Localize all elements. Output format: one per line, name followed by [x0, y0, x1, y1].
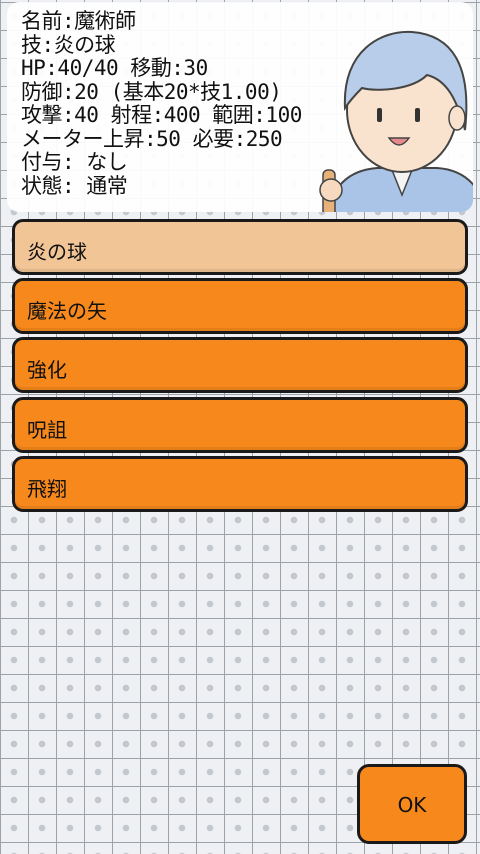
stat-skill: 技:炎の球: [21, 32, 116, 57]
stat-enchant: 付与: なし: [21, 150, 128, 174]
mage-portrait: [319, 30, 473, 212]
stat-defense: 防御:20 (基本20*技1.00): [21, 79, 282, 104]
stat-hp-move: HP:40/40 移動:30: [21, 56, 208, 80]
ok-label: OK: [397, 793, 427, 817]
skill-button-enhance[interactable]: 強化: [12, 337, 468, 394]
stats-list: 名前:魔術師 技:炎の球 HP:40/40 移動:30 防御:20 (基本20*…: [21, 9, 302, 198]
skill-button-flight[interactable]: 飛翔: [12, 455, 468, 512]
skill-label: 強化: [27, 358, 67, 383]
skill-label: 飛翔: [27, 476, 67, 501]
skill-label: 呪詛: [27, 417, 67, 442]
stat-status: 状態: 通常: [21, 173, 128, 198]
stat-meter: メーター上昇:50 必要:250: [21, 126, 283, 151]
skill-button-fireball[interactable]: 炎の球: [12, 219, 468, 275]
skill-label: 炎の球: [27, 240, 87, 264]
stat-attack: 攻撃:40 射程:400 範囲:100: [21, 103, 302, 127]
skill-button-curse[interactable]: 呪詛: [12, 396, 468, 453]
ok-button[interactable]: OK: [357, 764, 467, 844]
skill-label: 魔法の矢: [27, 299, 107, 324]
skill-list: 炎の球 魔法の矢 強化 呪詛 飛翔: [12, 219, 468, 515]
stat-name: 名前:魔術師: [21, 9, 136, 33]
skill-button-magic-arrow[interactable]: 魔法の矢: [12, 278, 468, 335]
character-info-panel: 名前:魔術師 技:炎の球 HP:40/40 移動:30 防御:20 (基本20*…: [7, 2, 473, 212]
